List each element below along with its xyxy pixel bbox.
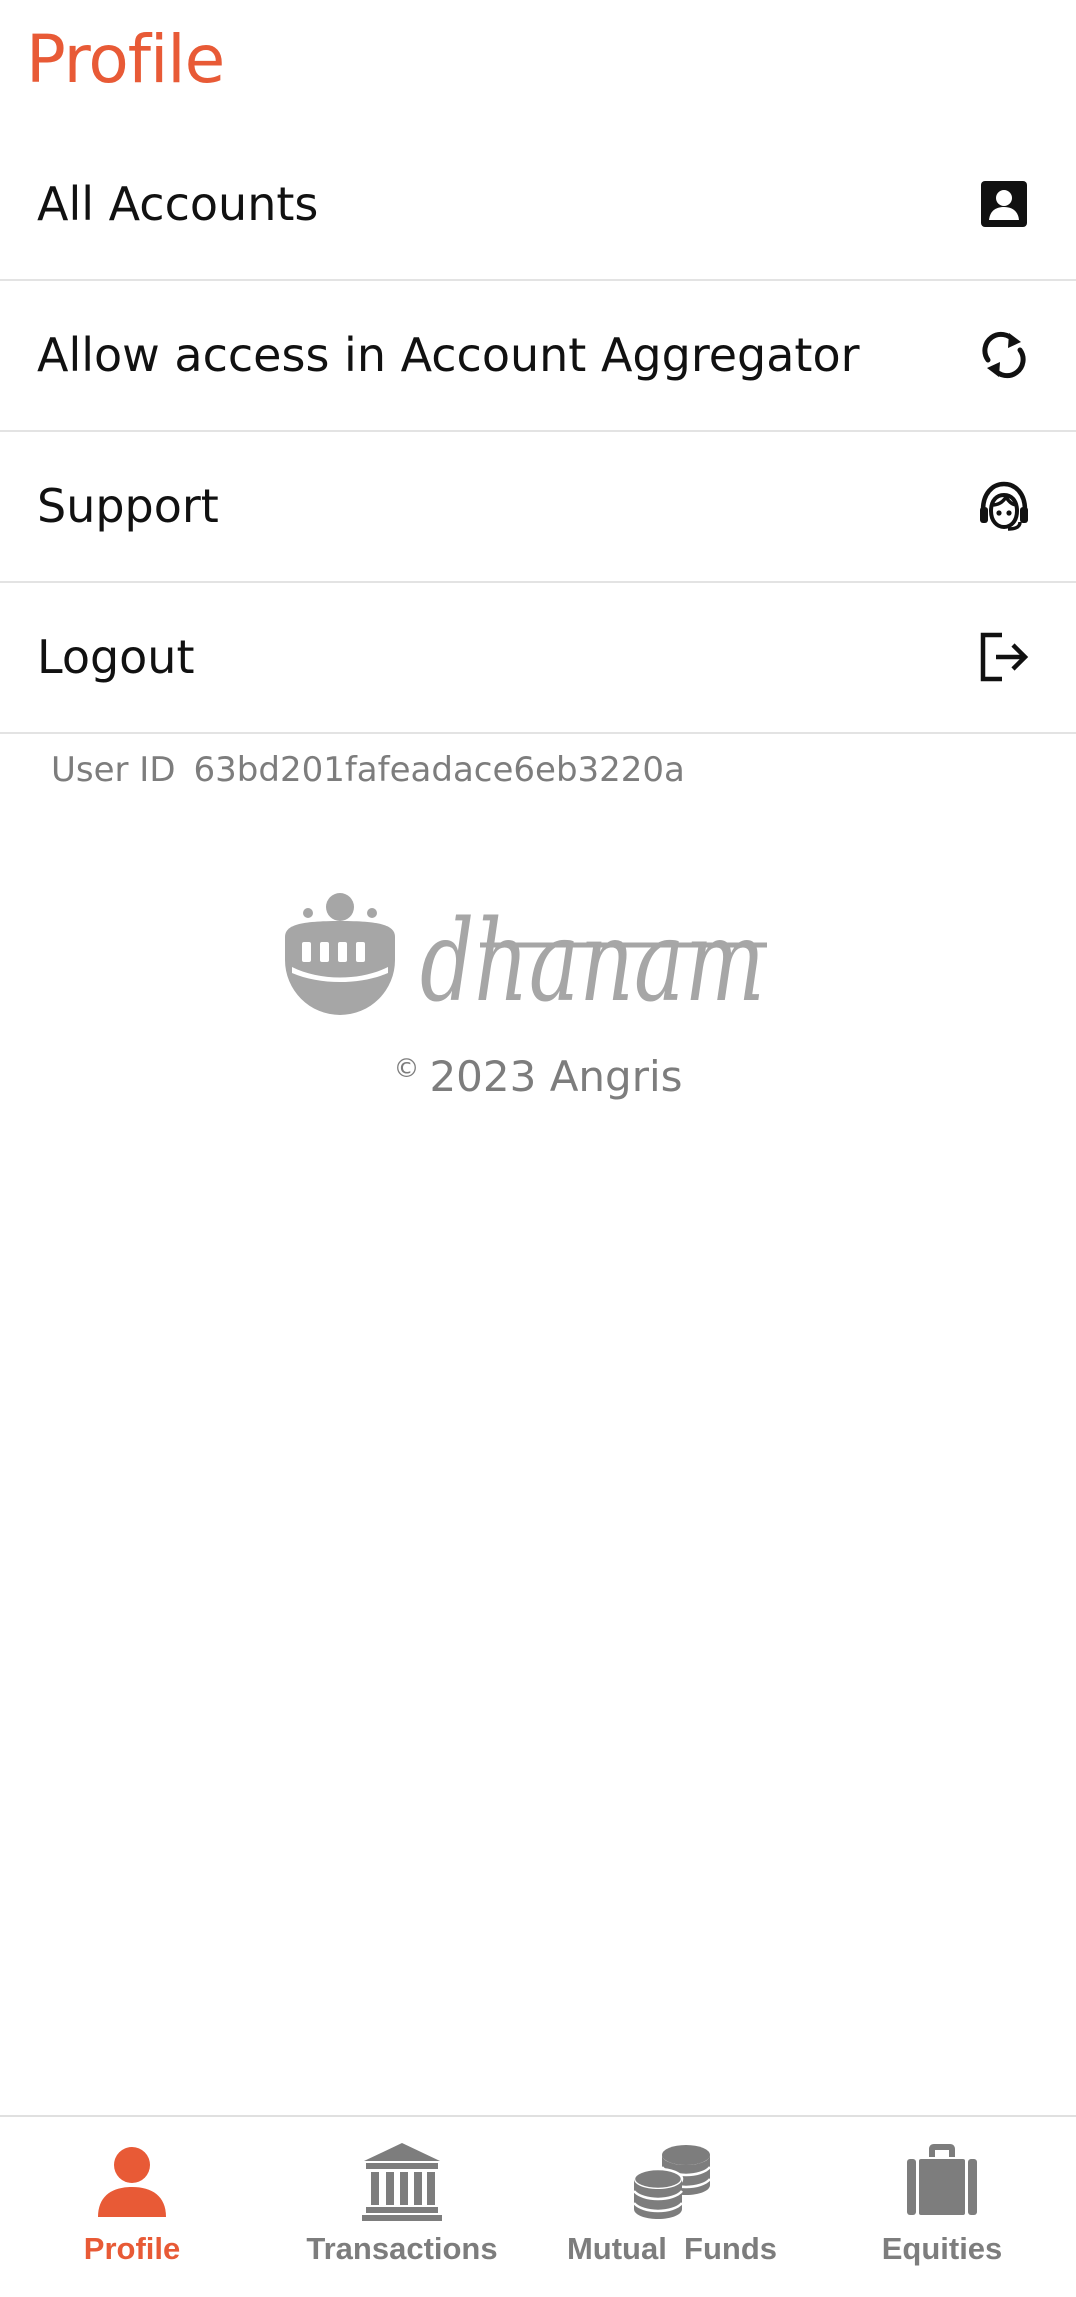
bank-icon — [362, 2141, 442, 2221]
logout-icon — [976, 629, 1032, 685]
tab-label: Equities — [881, 2231, 1003, 2266]
support-agent-icon — [976, 478, 1032, 534]
tab-mutual-funds[interactable]: Mutual Funds — [540, 2117, 804, 2297]
briefcase-icon — [902, 2141, 982, 2221]
sync-icon — [976, 327, 1032, 383]
copyright-text: © 2023 Angris — [0, 1052, 1076, 1101]
menu-item-label: Allow access in Account Aggregator — [37, 328, 860, 382]
dhanam-logo: dhanam — [280, 885, 780, 1025]
menu-item-logout[interactable]: Logout — [0, 583, 1076, 734]
bottom-navigation: Profile Transactions Mutual Funds Equiti… — [0, 2115, 1076, 2297]
user-id-label: User ID — [51, 750, 176, 790]
tab-label: Transactions — [306, 2231, 498, 2266]
account-box-icon — [976, 176, 1032, 232]
logo-wordmark: dhanam — [420, 897, 765, 1025]
tab-profile[interactable]: Profile — [0, 2117, 264, 2297]
menu-item-label: Logout — [37, 630, 195, 684]
tab-equities[interactable]: Equities — [810, 2117, 1074, 2297]
tab-transactions[interactable]: Transactions — [270, 2117, 534, 2297]
menu-item-label: All Accounts — [37, 177, 319, 231]
menu-item-label: Support — [37, 479, 219, 533]
user-id-row: User ID 63bd201fafeadace6eb3220a — [51, 750, 685, 790]
copyright-symbol: © — [393, 1054, 420, 1084]
menu-item-all-accounts[interactable]: All Accounts — [0, 130, 1076, 281]
profile-menu: All Accounts Allow access in Account Agg… — [0, 130, 1076, 734]
page-title: Profile — [26, 21, 225, 98]
coins-stack-icon — [632, 2141, 712, 2221]
menu-item-account-aggregator[interactable]: Allow access in Account Aggregator — [0, 281, 1076, 432]
copyright-label: 2023 Angris — [429, 1052, 683, 1101]
person-icon — [92, 2141, 172, 2221]
tab-label: Profile — [83, 2231, 181, 2266]
user-id-value: 63bd201fafeadace6eb3220a — [193, 750, 685, 790]
menu-item-support[interactable]: Support — [0, 432, 1076, 583]
profile-screen: Profile All Accounts Allow access in Acc… — [0, 0, 1076, 2297]
tab-label: Mutual Funds — [566, 2231, 778, 2266]
